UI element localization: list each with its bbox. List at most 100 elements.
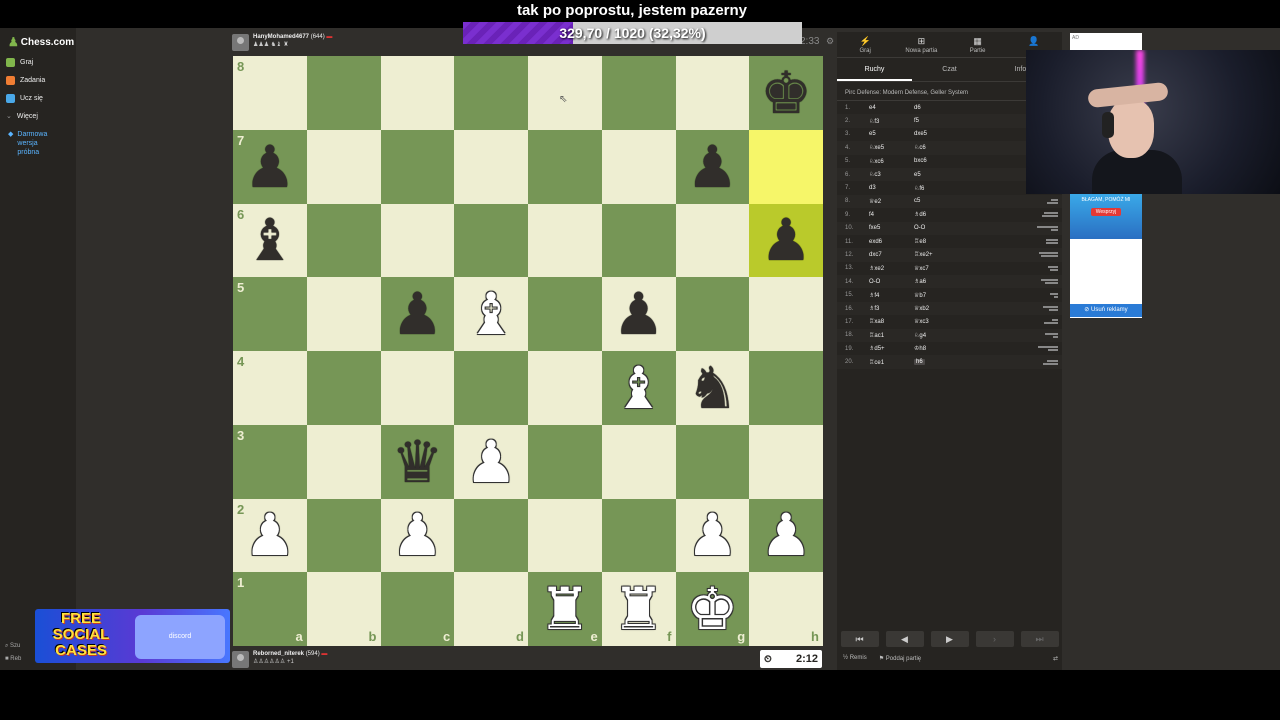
white-move[interactable]: dxc7 <box>869 252 914 258</box>
gear-icon[interactable]: ⚙ <box>826 36 834 47</box>
sidebar-item-more[interactable]: ⌄ Więcej <box>6 112 38 121</box>
white-move[interactable]: ♘f3 <box>869 118 914 125</box>
square-g2[interactable]: ♟ <box>675 498 750 573</box>
white-move[interactable]: O-O <box>869 279 914 285</box>
square-d2[interactable] <box>454 498 528 573</box>
white-bishop-icon[interactable]: ♝ <box>465 285 517 343</box>
square-f1[interactable]: f ♜ <box>601 572 676 646</box>
next-move-button[interactable]: ▶ <box>930 631 969 647</box>
white-pawn-icon[interactable]: ♟ <box>760 506 812 564</box>
black-pawn-icon[interactable]: ♟ <box>244 138 296 196</box>
black-king-icon[interactable]: ♚ <box>760 64 812 122</box>
tab-play[interactable]: ⚡ Graj <box>837 32 893 57</box>
black-move[interactable]: e5 <box>914 172 959 178</box>
tab-chat[interactable]: Czat <box>912 58 987 81</box>
white-move[interactable]: ♖xa8 <box>869 318 914 325</box>
white-move[interactable]: ♗f3 <box>869 305 914 312</box>
square-b1[interactable]: b <box>306 572 381 646</box>
ad-support-button[interactable]: Wesprzyj <box>1090 208 1122 216</box>
square-f8[interactable] <box>601 56 676 130</box>
white-pawn-icon[interactable]: ♟ <box>391 506 443 564</box>
square-c1[interactable]: c <box>380 572 455 646</box>
black-bishop-icon[interactable]: ♝ <box>244 211 296 269</box>
tab-games[interactable]: ▦ Partie <box>950 32 1006 57</box>
white-move[interactable]: ♗f4 <box>869 292 914 299</box>
sidebar-item-learn[interactable]: Ucz się <box>6 94 43 103</box>
square-e6[interactable] <box>528 203 602 278</box>
white-move[interactable]: fxe5 <box>869 225 914 231</box>
sidebar-item-play[interactable]: Graj <box>6 58 33 67</box>
draw-button[interactable]: ½ Remis <box>843 655 867 662</box>
square-d3[interactable]: ♟ <box>454 424 528 499</box>
black-move[interactable]: ♕b7 <box>914 292 959 299</box>
flip-board-icon[interactable]: ⇄ <box>1053 655 1058 662</box>
white-move[interactable]: e4 <box>869 105 914 111</box>
black-pawn-icon[interactable]: ♟ <box>391 285 443 343</box>
square-h4[interactable] <box>749 351 823 425</box>
square-b3[interactable] <box>306 424 381 499</box>
bottom-player-name[interactable]: Reborned_niterek <box>253 651 304 657</box>
square-b5[interactable] <box>306 277 381 351</box>
white-move[interactable]: ♘xe5 <box>869 144 914 151</box>
black-move[interactable]: ♔h8 <box>914 345 959 352</box>
black-move[interactable]: ♗d6 <box>914 211 959 218</box>
tab-new-game[interactable]: ⊞ Nowa partia <box>893 32 949 57</box>
square-b7[interactable] <box>306 129 381 204</box>
square-a6[interactable]: 6 ♝ <box>233 203 307 278</box>
square-e1[interactable]: e ♜ <box>528 572 602 646</box>
white-pawn-icon[interactable]: ♟ <box>686 506 738 564</box>
black-move[interactable]: h6 <box>914 359 959 366</box>
next-move-disabled-button[interactable]: › <box>975 631 1014 647</box>
square-d5[interactable]: ♝ <box>454 277 528 351</box>
white-move[interactable]: exd6 <box>869 239 914 245</box>
white-king-icon[interactable]: ♚ <box>686 580 738 638</box>
square-b2[interactable] <box>306 498 381 573</box>
square-g6[interactable] <box>675 203 750 278</box>
square-h3[interactable] <box>749 424 823 499</box>
black-move[interactable]: O-O <box>914 225 959 231</box>
square-c7[interactable] <box>380 129 455 204</box>
square-a3[interactable]: 3 <box>233 424 307 499</box>
free-trial-link[interactable]: ◆ Darmowa wersja próbna <box>8 130 57 157</box>
black-queen-icon[interactable]: ♛ <box>391 433 443 491</box>
resign-button[interactable]: ⚑ Poddaj partię <box>879 655 921 662</box>
white-move[interactable]: ♖ac1 <box>869 332 914 339</box>
square-f4[interactable]: ♝ <box>601 351 676 425</box>
square-h8[interactable]: ♚ <box>749 56 823 130</box>
square-a7[interactable]: 7 ♟ <box>233 129 307 204</box>
square-h5[interactable] <box>749 277 823 351</box>
white-move[interactable]: ♘xc6 <box>869 158 914 165</box>
square-g5[interactable] <box>675 277 750 351</box>
previous-move-button[interactable]: ◀ <box>885 631 924 647</box>
square-g4[interactable]: ♞ <box>675 351 750 425</box>
black-move[interactable]: f5 <box>914 118 959 124</box>
square-h2[interactable]: ♟ <box>749 498 823 573</box>
white-move[interactable]: ♗xe2 <box>869 265 914 272</box>
square-h1[interactable]: h <box>749 572 823 646</box>
square-g1[interactable]: g ♚ <box>675 572 750 646</box>
square-h7[interactable] <box>749 129 823 204</box>
square-g3[interactable] <box>675 424 750 499</box>
black-move[interactable]: ♕xb2 <box>914 305 959 312</box>
sidebar-item-puzzles[interactable]: Zadania <box>6 76 45 85</box>
square-b4[interactable] <box>306 351 381 425</box>
black-move[interactable]: dxe5 <box>914 131 959 137</box>
square-d8[interactable] <box>454 56 528 130</box>
square-c4[interactable] <box>380 351 455 425</box>
square-f6[interactable] <box>601 203 676 278</box>
white-move[interactable]: ♖ce1 <box>869 359 914 366</box>
white-move[interactable]: ♗d5+ <box>869 345 914 352</box>
square-c3[interactable]: ♛ <box>380 424 455 499</box>
first-move-button[interactable]: ⏮ <box>840 631 879 647</box>
square-e2[interactable] <box>528 498 602 573</box>
white-move[interactable]: d3 <box>869 185 914 191</box>
white-move[interactable]: ♘c3 <box>869 171 914 178</box>
black-move[interactable]: ♘f6 <box>914 185 959 192</box>
black-move[interactable]: d6 <box>914 105 959 111</box>
black-move[interactable]: ♖xe2+ <box>914 251 959 258</box>
square-d7[interactable] <box>454 129 528 204</box>
square-h6[interactable]: ♟ <box>749 203 823 278</box>
chess-logo[interactable]: ♟ Chess.com <box>8 35 74 49</box>
last-move-button[interactable]: ⏭ <box>1020 631 1059 647</box>
black-move[interactable]: ♘g4 <box>914 332 959 339</box>
